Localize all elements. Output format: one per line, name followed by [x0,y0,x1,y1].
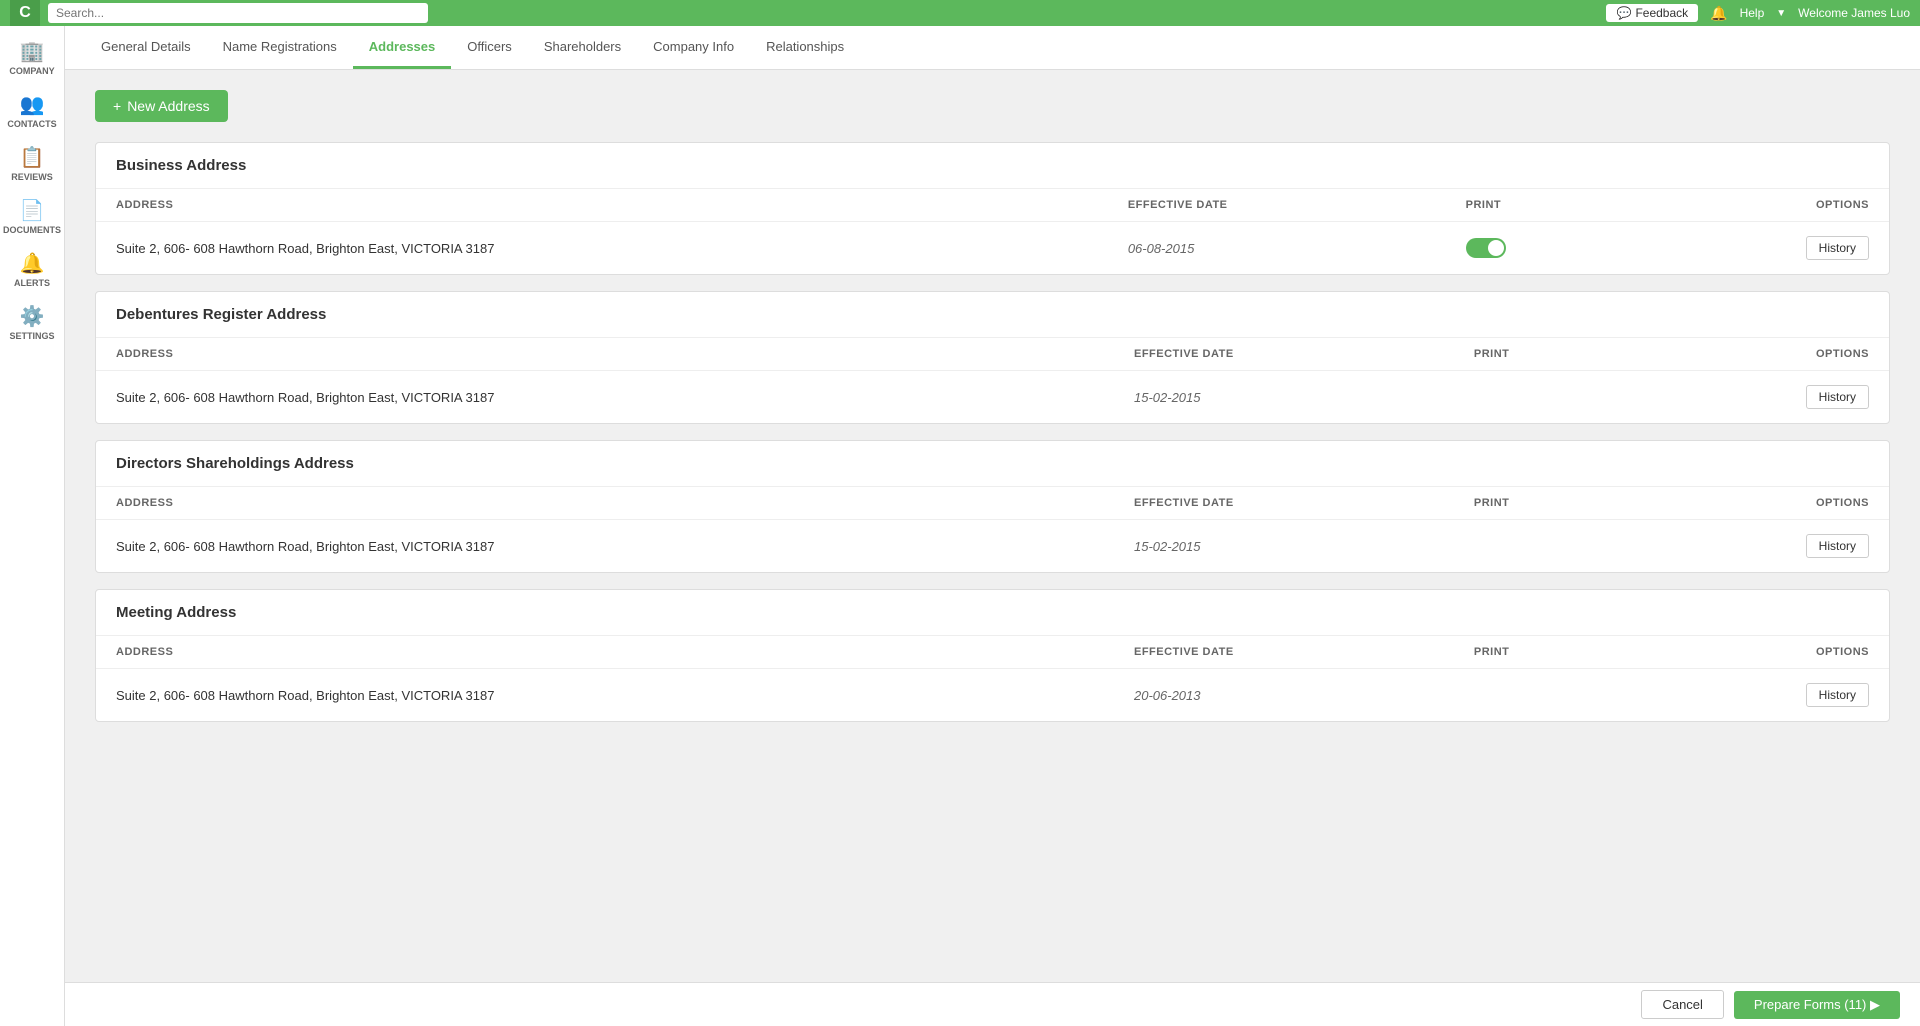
help-dropdown-icon[interactable]: ▼ [1776,8,1786,19]
bottom-action-bar: Cancel Prepare Forms (11) ▶ [65,982,1920,1026]
debentures-effective-date: 15-02-2015 [1114,371,1454,424]
top-bar: C 💬 Feedback 🔔 Help ▼ Welcome James Luo [0,0,1920,26]
business-history-button[interactable]: History [1806,236,1869,260]
tab-addresses[interactable]: Addresses [353,27,451,69]
sidebar-item-documents[interactable]: 📄 DOCUMENTS [0,190,64,243]
settings-icon: ⚙️ [20,304,45,329]
cancel-button[interactable]: Cancel [1641,990,1723,1019]
meeting-address-title: Meeting Address [96,590,1889,636]
directors-address-table: ADDRESS EFFECTIVE DATE PRINT OPTIONS Sui… [96,487,1889,572]
directors-address-title: Directors Shareholdings Address [96,441,1889,487]
debentures-history-button[interactable]: History [1806,385,1869,409]
col-address-header-deb: ADDRESS [96,338,1114,371]
col-effective-date-header-dir: EFFECTIVE DATE [1114,487,1454,520]
business-effective-date: 06-08-2015 [1108,222,1446,275]
col-print-header-dir: PRINT [1454,487,1638,520]
welcome-text: Welcome James Luo [1798,6,1910,20]
business-options-cell: History [1639,222,1889,275]
new-address-button[interactable]: + New Address [95,90,228,122]
directors-options-cell: History [1638,520,1889,573]
sidebar-item-label-alerts: ALERTS [14,278,50,288]
sidebar-item-label-documents: DOCUMENTS [3,225,61,235]
business-print-toggle[interactable] [1466,238,1619,258]
main-wrapper: General Details Name Registrations Addre… [65,26,1920,1026]
col-effective-date-header: EFFECTIVE DATE [1108,189,1446,222]
col-address-header-dir: ADDRESS [96,487,1114,520]
meeting-address-section: Meeting Address ADDRESS EFFECTIVE DATE P… [95,589,1890,722]
reviews-icon: 📋 [20,145,45,170]
contacts-icon: 👥 [20,92,45,117]
directors-history-button[interactable]: History [1806,534,1869,558]
company-icon: 🏢 [20,39,45,64]
debentures-print-cell [1454,371,1638,424]
sidebar-item-label-settings: SETTINGS [9,331,54,341]
business-address-table: ADDRESS EFFECTIVE DATE PRINT OPTIONS Sui… [96,189,1889,274]
meeting-address-table: ADDRESS EFFECTIVE DATE PRINT OPTIONS Sui… [96,636,1889,721]
sidebar-item-label-company: COMPANY [9,66,54,76]
search-container [48,3,428,23]
sidebar-item-company[interactable]: 🏢 COMPANY [0,31,64,84]
business-address-section: Business Address ADDRESS EFFECTIVE DATE … [95,142,1890,275]
tab-name-registrations[interactable]: Name Registrations [207,27,353,69]
directors-address-value: Suite 2, 606- 608 Hawthorn Road, Brighto… [96,520,1114,573]
sidebar-item-contacts[interactable]: 👥 CONTACTS [0,84,64,137]
sidebar-item-settings[interactable]: ⚙️ SETTINGS [0,296,64,349]
tab-shareholders[interactable]: Shareholders [528,27,637,69]
debentures-address-table: ADDRESS EFFECTIVE DATE PRINT OPTIONS Sui… [96,338,1889,423]
tab-relationships[interactable]: Relationships [750,27,860,69]
col-print-header-deb: PRINT [1454,338,1638,371]
directors-print-cell [1454,520,1638,573]
col-effective-date-header-deb: EFFECTIVE DATE [1114,338,1454,371]
col-options-header: OPTIONS [1639,189,1889,222]
debentures-address-row: Suite 2, 606- 608 Hawthorn Road, Brighto… [96,371,1889,424]
feedback-icon: 💬 [1616,6,1631,20]
tab-company-info[interactable]: Company Info [637,27,750,69]
debentures-address-value: Suite 2, 606- 608 Hawthorn Road, Brighto… [96,371,1114,424]
sidebar-item-label-contacts: CONTACTS [7,119,56,129]
col-print-header: PRINT [1446,189,1639,222]
feedback-button[interactable]: 💬 Feedback [1606,4,1698,22]
debentures-address-section: Debentures Register Address ADDRESS EFFE… [95,291,1890,424]
plus-icon: + [113,98,121,114]
col-options-header-deb: OPTIONS [1638,338,1889,371]
prepare-forms-button[interactable]: Prepare Forms (11) ▶ [1734,991,1900,1019]
logo: C [10,0,40,26]
top-bar-right: 💬 Feedback 🔔 Help ▼ Welcome James Luo [1606,4,1910,22]
tab-officers[interactable]: Officers [451,27,528,69]
directors-effective-date: 15-02-2015 [1114,520,1454,573]
business-address-title: Business Address [96,143,1889,189]
sidebar-item-label-reviews: REVIEWS [11,172,53,182]
business-address-value: Suite 2, 606- 608 Hawthorn Road, Brighto… [96,222,1108,275]
alerts-icon: 🔔 [20,251,45,276]
help-link[interactable]: Help [1740,6,1765,20]
debentures-address-title: Debentures Register Address [96,292,1889,338]
sidebar-item-reviews[interactable]: 📋 REVIEWS [0,137,64,190]
sidebar: 🏢 COMPANY 👥 CONTACTS 📋 REVIEWS 📄 DOCUMEN… [0,26,65,1026]
business-print-toggle-cell [1446,222,1639,275]
tabs-bar: General Details Name Registrations Addre… [65,26,1920,70]
meeting-print-cell [1454,669,1638,722]
debentures-options-cell: History [1638,371,1889,424]
tab-general-details[interactable]: General Details [85,27,207,69]
sidebar-item-alerts[interactable]: 🔔 ALERTS [0,243,64,296]
col-effective-date-header-meet: EFFECTIVE DATE [1114,636,1454,669]
notification-bell-icon[interactable]: 🔔 [1710,5,1727,22]
col-options-header-dir: OPTIONS [1638,487,1889,520]
meeting-history-button[interactable]: History [1806,683,1869,707]
business-address-row: Suite 2, 606- 608 Hawthorn Road, Brighto… [96,222,1889,275]
meeting-options-cell: History [1638,669,1889,722]
search-input[interactable] [48,3,428,23]
meeting-effective-date: 20-06-2013 [1114,669,1454,722]
content-area: + New Address Business Address ADDRESS E… [65,70,1920,1026]
meeting-address-row: Suite 2, 606- 608 Hawthorn Road, Brighto… [96,669,1889,722]
col-address-header-meet: ADDRESS [96,636,1114,669]
directors-address-section: Directors Shareholdings Address ADDRESS … [95,440,1890,573]
meeting-address-value: Suite 2, 606- 608 Hawthorn Road, Brighto… [96,669,1114,722]
col-print-header-meet: PRINT [1454,636,1638,669]
col-address-header: ADDRESS [96,189,1108,222]
directors-address-row: Suite 2, 606- 608 Hawthorn Road, Brighto… [96,520,1889,573]
col-options-header-meet: OPTIONS [1638,636,1889,669]
documents-icon: 📄 [20,198,45,223]
